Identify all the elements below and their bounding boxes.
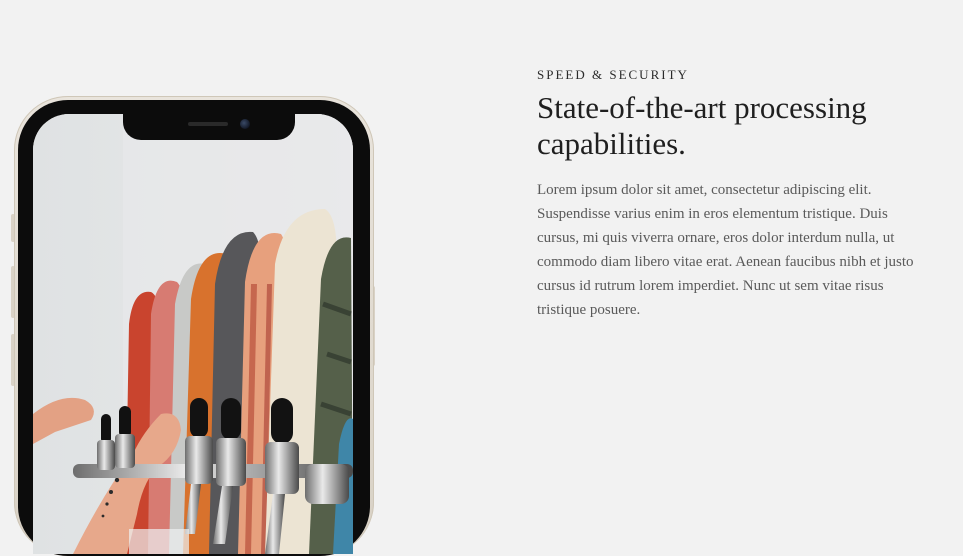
section-headline: State-of-the-art processing capabilities… [537,90,867,161]
section-eyebrow: SPEED & SECURITY [537,67,689,82]
camera-icon [240,119,250,129]
speaker-grille [188,122,228,126]
section-body-text: Lorem ipsum dolor sit amet, consectetur … [537,182,914,318]
tap-handles-photo [33,114,353,554]
phone-mockup [11,96,375,556]
phone-screen [33,114,353,554]
tap-6 [305,464,349,504]
phone-notch [123,114,295,140]
glass [129,529,189,554]
